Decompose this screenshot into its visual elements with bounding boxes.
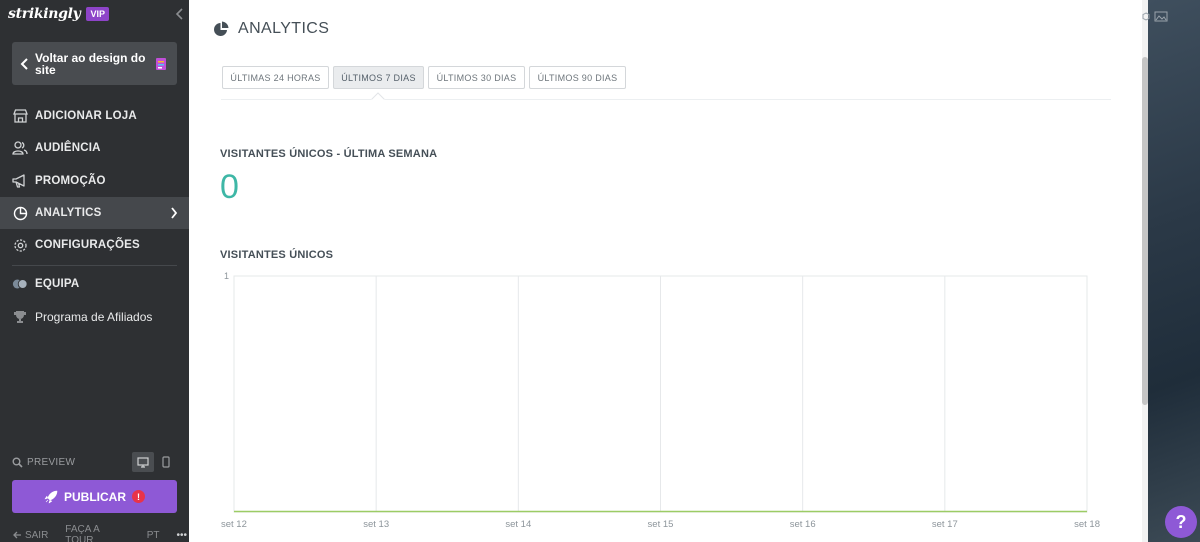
analytics-panel: ANALYTICS ÚLTIMAS 24 HORAS ÚLTIMOS 7 DIA… xyxy=(189,0,1142,542)
chevron-left-icon xyxy=(20,57,28,70)
language-link[interactable]: PT xyxy=(147,530,160,541)
chart-x-tick-label: set 15 xyxy=(648,519,674,530)
back-to-design-button[interactable]: Voltar ao design do site xyxy=(12,42,177,85)
preview-row: PREVIEW xyxy=(12,452,177,472)
collapse-sidebar-icon[interactable] xyxy=(175,8,185,20)
unique-visitors-chart-label: VISITANTES ÚNICOS xyxy=(220,249,334,261)
chart-x-tick-label: set 17 xyxy=(932,519,958,530)
tab-last-90-days[interactable]: ÚLTIMOS 90 DIAS xyxy=(529,66,626,89)
exit-link[interactable]: SAIR xyxy=(25,530,48,541)
exit-arrow-icon xyxy=(13,531,21,539)
sidebar-item-label: ADICIONAR LOJA xyxy=(35,110,137,122)
back-to-design-label: Voltar ao design do site xyxy=(35,50,146,77)
page-title-row: ANALYTICS xyxy=(213,20,329,38)
page-title: ANALYTICS xyxy=(238,20,330,37)
chart-y-tick-label: 1 xyxy=(224,271,229,281)
sidebar-item-analytics[interactable]: ANALYTICS xyxy=(0,197,189,229)
chart-x-tick-label: set 13 xyxy=(363,519,389,530)
desktop-icon xyxy=(137,456,149,468)
chart-x-tick-label: set 14 xyxy=(505,519,531,530)
tab-last-30-days[interactable]: ÚLTIMOS 30 DIAS xyxy=(428,66,525,89)
site-preview-background xyxy=(1148,0,1200,542)
tabs-divider xyxy=(221,99,1111,100)
sidebar-item-promocao[interactable]: PROMOÇÃO xyxy=(0,165,189,197)
people-icon xyxy=(12,140,28,156)
sidebar-item-label: PROMOÇÃO xyxy=(35,175,106,187)
page-design-icon xyxy=(156,58,166,70)
trophy-icon xyxy=(12,309,28,325)
gear-icon xyxy=(12,237,28,253)
chart-x-tick-label: set 12 xyxy=(221,519,247,530)
tab-last-24-hours[interactable]: ÚLTIMAS 24 HORAS xyxy=(222,66,329,89)
preview-label[interactable]: PREVIEW xyxy=(27,457,75,468)
tab-last-7-days[interactable]: ÚLTIMOS 7 DIAS xyxy=(333,66,424,89)
search-icon xyxy=(12,457,23,468)
sidebar-item-label: CONFIGURAÇÕES xyxy=(35,239,140,251)
active-tab-caret xyxy=(371,92,385,100)
sidebar: strikingly VIP Voltar ao design do site … xyxy=(0,0,189,542)
mobile-preview-button[interactable] xyxy=(155,452,177,472)
unique-visitors-week-label: VISITANTES ÚNICOS - ÚLTIMA SEMANA xyxy=(220,148,438,160)
sidebar-footer: SAIR FAÇA A TOUR PT ••• xyxy=(12,524,187,542)
rocket-icon xyxy=(44,490,58,503)
unpublished-alert-badge: ! xyxy=(132,490,145,503)
mobile-icon xyxy=(162,456,170,468)
desktop-preview-button[interactable] xyxy=(132,452,154,472)
team-avatars-icon xyxy=(12,276,28,292)
sidebar-divider xyxy=(12,265,177,266)
help-button[interactable]: ? xyxy=(1165,506,1197,538)
chart-x-tick-label: set 18 xyxy=(1074,519,1100,530)
chevron-right-icon xyxy=(171,207,178,219)
vip-badge: VIP xyxy=(86,7,109,21)
sidebar-item-adicionar-loja[interactable]: ADICIONAR LOJA xyxy=(0,100,189,132)
sidebar-item-label: ANALYTICS xyxy=(35,207,102,219)
publish-button[interactable]: PUBLICAR ! xyxy=(12,480,177,513)
sidebar-item-equipa[interactable]: EQUIPA xyxy=(0,268,189,300)
tour-link[interactable]: FAÇA A TOUR xyxy=(65,524,129,542)
store-icon xyxy=(12,108,28,124)
megaphone-icon xyxy=(12,173,28,189)
sidebar-item-label: AUDIÊNCIA xyxy=(35,142,101,154)
sidebar-item-label: Programa de Afiliados xyxy=(35,310,153,324)
unique-visitors-chart: 1 set 12 set 13 set 14 set 15 set 16 set 17 set… xyxy=(221,271,1100,530)
publish-label: PUBLICAR xyxy=(64,489,126,504)
sidebar-item-configuracoes[interactable]: CONFIGURAÇÕES xyxy=(0,229,189,261)
brand-logo: strikingly xyxy=(8,6,81,22)
unique-visitors-week-count: 0 xyxy=(220,168,239,206)
time-range-tabs: ÚLTIMAS 24 HORAS ÚLTIMOS 7 DIAS ÚLTIMOS … xyxy=(222,66,630,89)
chart-x-tick-label: set 16 xyxy=(790,519,816,530)
pie-chart-icon xyxy=(214,21,229,36)
cube-icon xyxy=(1142,12,1150,21)
sidebar-item-afiliados[interactable]: Programa de Afiliados xyxy=(0,301,189,333)
image-icon[interactable] xyxy=(1154,11,1168,22)
pie-chart-icon xyxy=(12,205,28,221)
brand[interactable]: strikingly VIP xyxy=(8,5,109,23)
more-options-button[interactable]: ••• xyxy=(176,530,187,541)
sidebar-item-audiencia[interactable]: AUDIÊNCIA xyxy=(0,132,189,164)
sidebar-item-label: EQUIPA xyxy=(35,278,80,290)
